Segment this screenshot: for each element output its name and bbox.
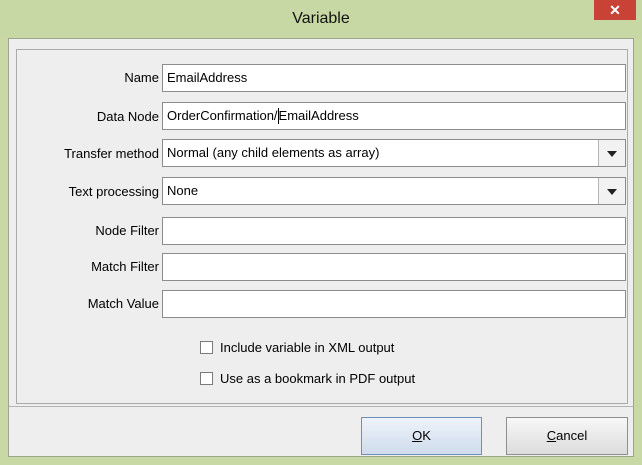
ok-label-rest: K — [422, 428, 431, 443]
match-value-field[interactable] — [162, 290, 626, 318]
data-node-value-start: OrderConfirmation/ — [167, 108, 278, 123]
match-value-label: Match Value — [87, 296, 159, 311]
name-label: Name — [124, 70, 159, 85]
match-filter-field[interactable] — [162, 253, 626, 281]
cancel-button[interactable]: Cancel — [506, 417, 628, 455]
text-processing-label: Text processing — [68, 184, 159, 199]
button-bar-divider — [9, 406, 633, 407]
bookmark-pdf-checkbox[interactable] — [200, 372, 213, 385]
text-processing-value: None — [167, 183, 199, 198]
node-filter-field[interactable] — [162, 217, 626, 245]
transfer-method-label: Transfer method — [64, 146, 159, 161]
include-xml-label: Include variable in XML output — [220, 340, 395, 355]
close-button[interactable]: ✕ — [594, 0, 636, 20]
bookmark-pdf-label: Use as a bookmark in PDF output — [220, 371, 416, 386]
chevron-down-icon[interactable] — [598, 140, 625, 166]
include-xml-checkbox[interactable] — [200, 341, 213, 354]
chevron-down-icon[interactable] — [598, 178, 625, 204]
transfer-method-select[interactable]: Normal (any child elements as array) — [162, 139, 626, 167]
match-filter-label: Match Filter — [91, 259, 159, 274]
ok-button[interactable]: OK — [361, 417, 482, 455]
form-panel: Name EmailAddress Data Node OrderConfirm… — [16, 49, 628, 404]
transfer-method-value: Normal (any child elements as array) — [167, 145, 380, 160]
window-title: Variable — [292, 10, 350, 27]
cancel-label-rest: ancel — [556, 428, 588, 443]
bookmark-pdf-option[interactable]: Use as a bookmark in PDF output — [200, 371, 490, 389]
name-field[interactable]: EmailAddress — [162, 64, 626, 92]
text-processing-select[interactable]: None — [162, 177, 626, 205]
dialog-body: Name EmailAddress Data Node OrderConfirm… — [8, 38, 634, 457]
node-filter-label: Node Filter — [95, 223, 159, 238]
include-xml-option[interactable]: Include variable in XML output — [200, 340, 490, 358]
close-icon: ✕ — [609, 2, 621, 18]
ok-mnemonic: O — [412, 428, 423, 443]
data-node-field[interactable]: OrderConfirmation/EmailAddress — [162, 102, 626, 130]
data-node-label: Data Node — [96, 109, 159, 124]
cancel-mnemonic: C — [546, 428, 557, 443]
data-node-value-end: EmailAddress — [278, 108, 359, 123]
